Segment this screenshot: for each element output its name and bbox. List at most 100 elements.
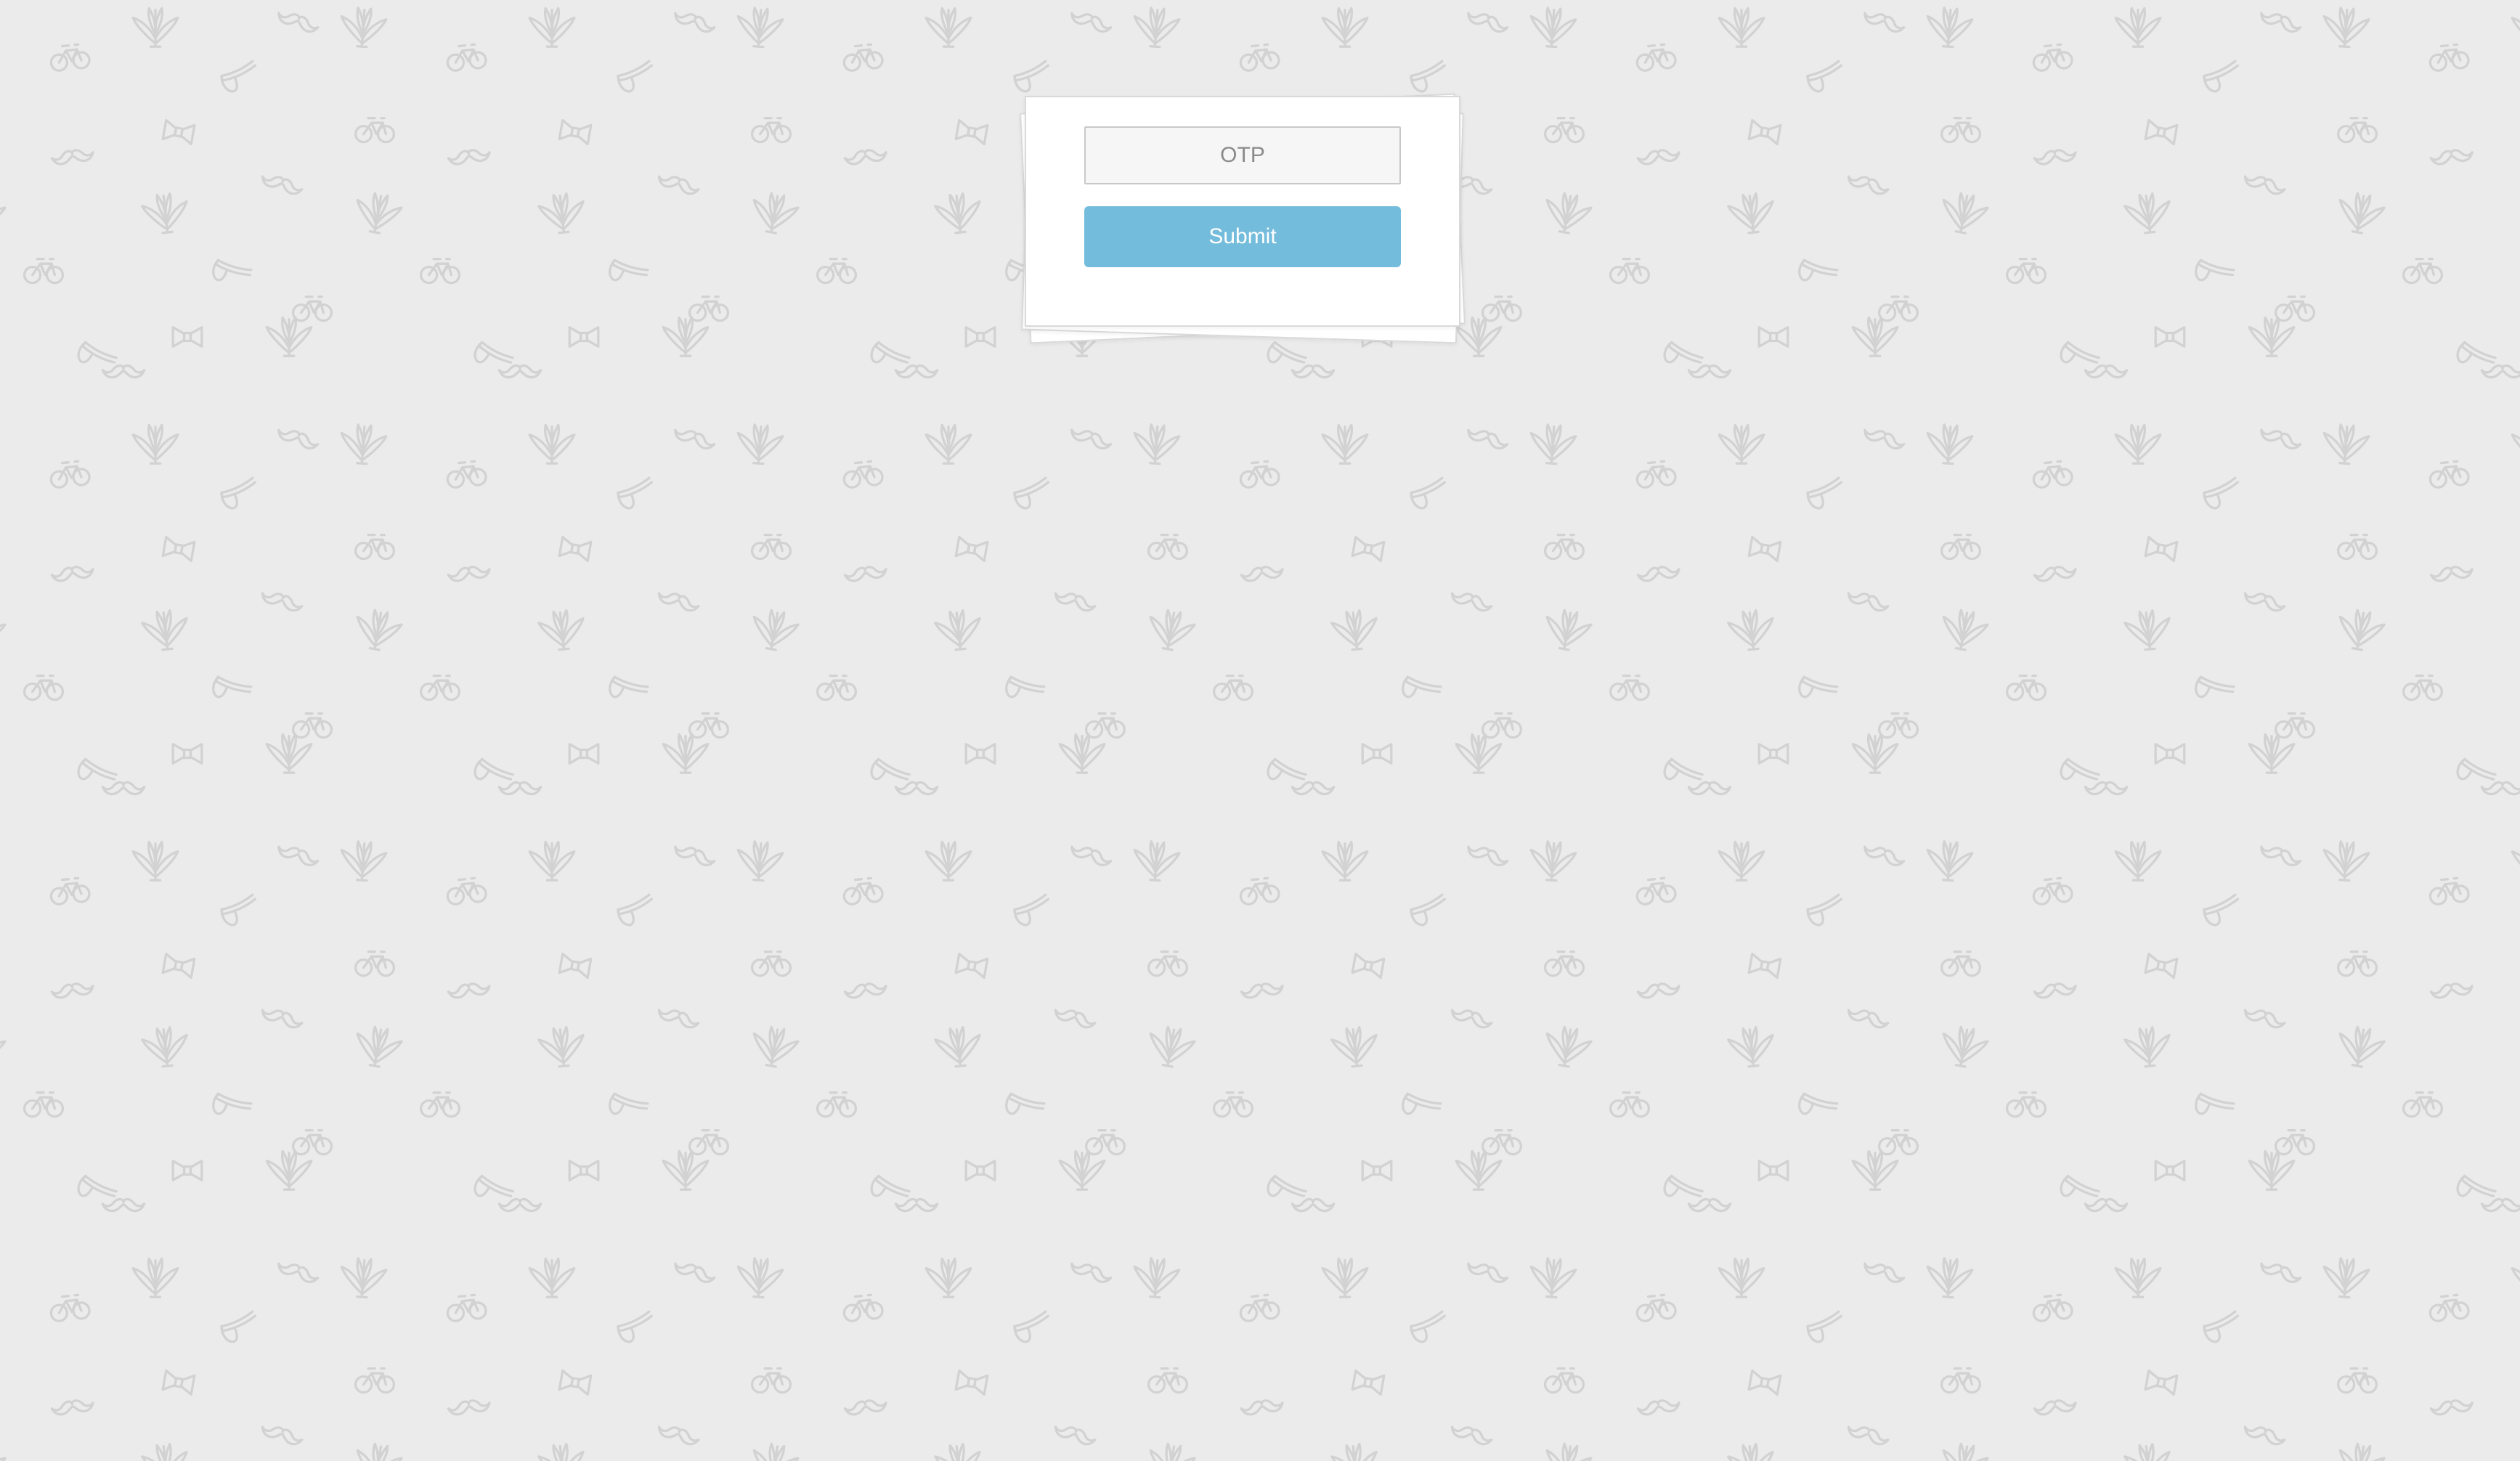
bicycle-icon — [1237, 459, 1281, 489]
mustache-icon — [1464, 7, 1511, 36]
mustache-icon — [1068, 7, 1114, 36]
bicycle-icon — [1481, 1128, 1523, 1156]
leaf-icon — [2114, 1257, 2162, 1298]
bowtie-icon — [1747, 118, 1782, 146]
leaf-icon — [2122, 607, 2174, 653]
leaf-icon — [2320, 1256, 2371, 1300]
leaf-icon — [338, 1256, 389, 1300]
pipe-icon — [1804, 476, 1847, 512]
mustache-icon — [2428, 563, 2475, 584]
mustache-icon — [497, 364, 542, 379]
bicycle-icon — [1634, 1293, 1678, 1323]
bicycle-icon — [841, 876, 885, 906]
leaf-icon — [536, 607, 588, 653]
mustache-icon — [655, 171, 702, 198]
bicycle-icon — [444, 876, 488, 906]
leaf-icon — [1131, 839, 1182, 883]
bowtie-icon — [2144, 952, 2179, 980]
pipe-icon — [1001, 1085, 1047, 1128]
leaf-icon — [1937, 1439, 1991, 1461]
pipe-icon — [1794, 251, 1840, 294]
mustache-icon — [275, 841, 321, 869]
mustache-icon — [1635, 563, 1682, 584]
bicycle-icon — [1543, 950, 1585, 977]
leaf-icon — [1131, 1256, 1182, 1300]
leaf-icon — [536, 1024, 588, 1070]
mustache-icon — [101, 364, 146, 379]
bowtie-icon — [558, 118, 593, 146]
bicycle-icon — [1634, 42, 1678, 73]
pipe-icon — [1407, 1310, 1450, 1346]
bowtie-icon — [568, 1160, 600, 1181]
bowtie-icon — [161, 535, 196, 563]
mustache-icon — [1068, 841, 1114, 869]
leaf-icon — [1058, 1149, 1106, 1191]
leaf-icon — [131, 423, 179, 465]
leaf-icon — [1321, 1257, 1369, 1298]
mustache-icon — [49, 1396, 96, 1417]
otp-input[interactable] — [1084, 126, 1401, 184]
pipe-icon — [208, 251, 254, 294]
mustache-icon — [49, 146, 96, 167]
bicycle-icon — [1147, 533, 1189, 561]
bicycle-icon — [48, 1293, 92, 1323]
mustache-icon — [671, 7, 718, 36]
mustache-icon — [259, 1004, 305, 1031]
otp-card: Submit — [1020, 93, 1466, 344]
mustache-icon — [842, 980, 889, 1001]
pipe-icon — [604, 1085, 651, 1128]
mustache-icon — [2241, 1421, 2288, 1448]
mustache-icon — [671, 1258, 718, 1286]
pipe-icon — [614, 60, 657, 95]
bowtie-icon — [1361, 743, 1393, 765]
mustache-icon — [2241, 1004, 2288, 1031]
bicycle-icon — [1634, 876, 1678, 906]
leaf-icon — [0, 1439, 8, 1461]
mustache-icon — [1291, 364, 1336, 379]
mustache-icon — [2032, 146, 2078, 167]
leaf-icon — [1144, 606, 1198, 654]
leaf-icon — [2511, 840, 2520, 882]
leaf-icon — [536, 1441, 588, 1461]
mustache-icon — [655, 1421, 702, 1448]
bicycle-icon — [1877, 295, 1919, 322]
bicycle-icon — [2005, 257, 2047, 285]
bowtie-icon — [964, 326, 996, 348]
pipe-icon — [1407, 476, 1450, 512]
bicycle-icon — [1609, 1091, 1651, 1118]
leaf-icon — [1726, 1441, 1777, 1461]
mustache-icon — [2480, 781, 2520, 796]
leaf-icon — [131, 840, 179, 882]
pipe-icon — [614, 893, 657, 929]
leaf-icon — [1718, 840, 1765, 882]
mustache-icon — [2084, 364, 2129, 379]
bowtie-icon — [954, 118, 989, 146]
pipe-icon — [1011, 476, 1054, 512]
submit-button[interactable]: Submit — [1084, 206, 1401, 267]
leaf-icon — [932, 190, 984, 236]
leaf-icon — [662, 316, 710, 357]
leaf-icon — [131, 1257, 179, 1298]
mustache-icon — [1448, 587, 1495, 614]
leaf-icon — [1144, 1022, 1198, 1071]
mustache-icon — [1068, 424, 1114, 452]
mustache-icon — [1845, 1004, 1891, 1031]
leaf-icon — [528, 7, 576, 48]
pipe-icon — [1794, 668, 1840, 711]
mustache-icon — [2257, 841, 2304, 869]
mustache-icon — [1448, 1004, 1495, 1031]
mustache-icon — [1845, 587, 1891, 614]
bicycle-icon — [841, 1293, 885, 1323]
leaf-icon — [1937, 1022, 1991, 1071]
leaf-icon — [1058, 733, 1106, 774]
bicycle-icon — [354, 116, 396, 144]
mustache-icon — [1239, 980, 1285, 1001]
leaf-icon — [1540, 606, 1594, 654]
bicycle-icon — [1237, 42, 1281, 73]
leaf-icon — [131, 7, 179, 48]
mustache-icon — [2084, 1197, 2129, 1213]
pipe-icon — [1011, 60, 1054, 95]
leaf-icon — [1527, 1256, 1578, 1300]
leaf-icon — [932, 1024, 984, 1070]
bowtie-icon — [1747, 1369, 1782, 1396]
